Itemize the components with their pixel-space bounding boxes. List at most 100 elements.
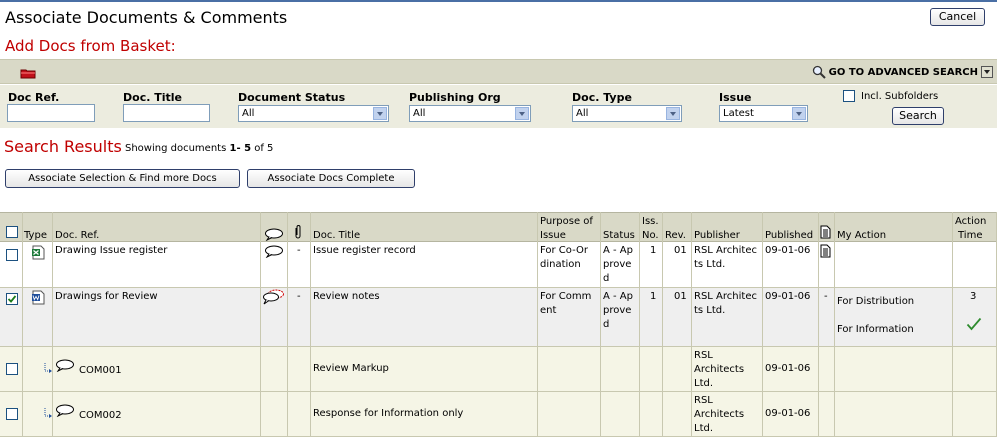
subfolders-checkbox[interactable] [843, 90, 855, 102]
doc-type-select[interactable]: All [572, 105, 682, 122]
column-divider [52, 212, 53, 437]
comment-bubble-icon[interactable] [55, 359, 75, 372]
chevron-down-icon [515, 107, 529, 120]
col-published[interactable]: Published [765, 229, 813, 242]
publishing-org-value: All [413, 108, 426, 119]
column-divider [691, 212, 692, 437]
col-doc-title[interactable]: Doc. Title [313, 229, 360, 242]
col-status[interactable]: Status [603, 229, 635, 242]
search-filters: Doc Ref. Doc. Title Document Status All … [0, 85, 997, 128]
search-button[interactable]: Search [892, 107, 944, 125]
issue-label: Issue [719, 91, 752, 104]
advanced-search-link[interactable]: GO TO ADVANCED SEARCH [812, 65, 993, 79]
doc-type-label: Doc. Type [572, 91, 632, 104]
col-iss-line2[interactable]: No. [642, 229, 659, 242]
publisher: RSL Architec [694, 245, 757, 256]
col-doc-ref[interactable]: Doc. Ref. [55, 229, 99, 242]
select-all-checkbox[interactable] [6, 226, 18, 238]
attachment-count: - [297, 245, 301, 256]
chevron-down-icon [373, 107, 387, 120]
associate-complete-button[interactable]: Associate Docs Complete [247, 169, 415, 188]
cancel-button[interactable]: Cancel [930, 8, 985, 26]
issue-select[interactable]: Latest [719, 105, 808, 122]
publisher: Architects [694, 409, 745, 420]
document-status-select[interactable]: All [238, 105, 389, 122]
comment-bubble-red-icon[interactable] [262, 289, 286, 305]
row-checkbox-checked[interactable] [6, 293, 18, 305]
doc-title-input[interactable] [123, 104, 210, 122]
col-purpose-line1[interactable]: Purpose of [540, 215, 593, 228]
checkmark-icon [966, 317, 982, 331]
col-action-time-line1[interactable]: Action [955, 215, 986, 228]
comment-ref[interactable]: COM001 [79, 364, 122, 378]
purpose: ent [540, 305, 557, 316]
row-checkbox[interactable] [6, 249, 18, 261]
comment-bubble-icon[interactable] [55, 404, 75, 417]
doc-ref-input[interactable] [7, 104, 95, 122]
word-doc-icon [32, 290, 45, 305]
col-action-time-line2[interactable]: Time [958, 229, 982, 242]
table-row[interactable]: Drawing Issue register - Issue register … [0, 242, 997, 288]
status: prove [603, 259, 632, 270]
chevron-down-icon[interactable] [981, 66, 993, 78]
my-action: For Distribution [837, 296, 915, 307]
page-subtitle: Add Docs from Basket: [5, 37, 176, 55]
status: d [603, 273, 610, 284]
col-my-action[interactable]: My Action [837, 229, 886, 242]
publisher: Architects [694, 364, 745, 375]
published-date: 09-01-06 [765, 291, 811, 302]
document-status-value: All [242, 108, 255, 119]
row-checkbox[interactable] [6, 408, 18, 420]
col-rev[interactable]: Rev. [665, 229, 686, 242]
status: A - Ap [603, 245, 633, 256]
publishing-org-select[interactable]: All [409, 105, 531, 122]
issue-value: Latest [723, 108, 754, 119]
doc-ref[interactable]: Drawings for Review [55, 290, 158, 304]
attachment-count: - [297, 291, 301, 302]
publisher: Ltd. [694, 423, 714, 434]
doc-title: Issue register record [313, 245, 416, 256]
showing-total: of 5 [254, 143, 274, 154]
column-divider [310, 212, 311, 437]
publisher: ts Ltd. [694, 259, 726, 270]
results-count: Showing documents 1- 5 of 5 [125, 143, 273, 154]
associate-and-find-more-button[interactable]: Associate Selection & Find more Docs [5, 169, 240, 188]
showing-prefix: Showing documents [125, 143, 227, 154]
publishing-org-label: Publishing Org [409, 91, 501, 104]
doc-title: Review Markup [313, 363, 389, 374]
comment-bubble-icon[interactable] [264, 245, 284, 258]
purpose: dination [540, 259, 581, 270]
doc-title: Review notes [313, 291, 380, 302]
comment-bubble-icon [265, 228, 283, 241]
showing-range: 1- 5 [229, 143, 252, 154]
column-divider [762, 212, 763, 437]
col-purpose-line2[interactable]: Issue [540, 229, 566, 242]
column-divider [22, 212, 23, 437]
table-row[interactable]: Drawings for Review - Review notes For C… [0, 288, 997, 347]
issue-number: 1 [650, 291, 657, 302]
results-title: Search Results [4, 137, 122, 156]
chevron-down-icon [792, 107, 806, 120]
document-status-label: Document Status [238, 91, 346, 104]
doc-ref[interactable]: Drawing Issue register [55, 244, 167, 258]
col-iss-line1[interactable]: Iss. [642, 215, 659, 228]
col-type[interactable]: Type [24, 229, 47, 242]
advanced-search-label: GO TO ADVANCED SEARCH [828, 66, 978, 78]
table-row[interactable]: COM001 Review Markup RSL Architects Ltd.… [0, 347, 997, 392]
doc-title-label: Doc. Title [123, 91, 182, 104]
document-icon[interactable] [820, 244, 831, 258]
col-publisher[interactable]: Publisher [694, 229, 740, 242]
status: prove [603, 305, 632, 316]
status: A - Ap [603, 291, 633, 302]
publisher: RSL [694, 395, 713, 406]
table-row[interactable]: COM002 Response for Information only RSL… [0, 392, 997, 437]
row-checkbox[interactable] [6, 363, 18, 375]
published-date: 09-01-06 [765, 363, 811, 374]
revision: 01 [674, 245, 687, 256]
status: d [603, 319, 610, 330]
revision: 01 [674, 291, 687, 302]
checkmark-icon [7, 295, 17, 303]
folder-icon[interactable] [20, 68, 36, 79]
purpose: For Co-Or [540, 245, 588, 256]
comment-ref[interactable]: COM002 [79, 409, 122, 423]
